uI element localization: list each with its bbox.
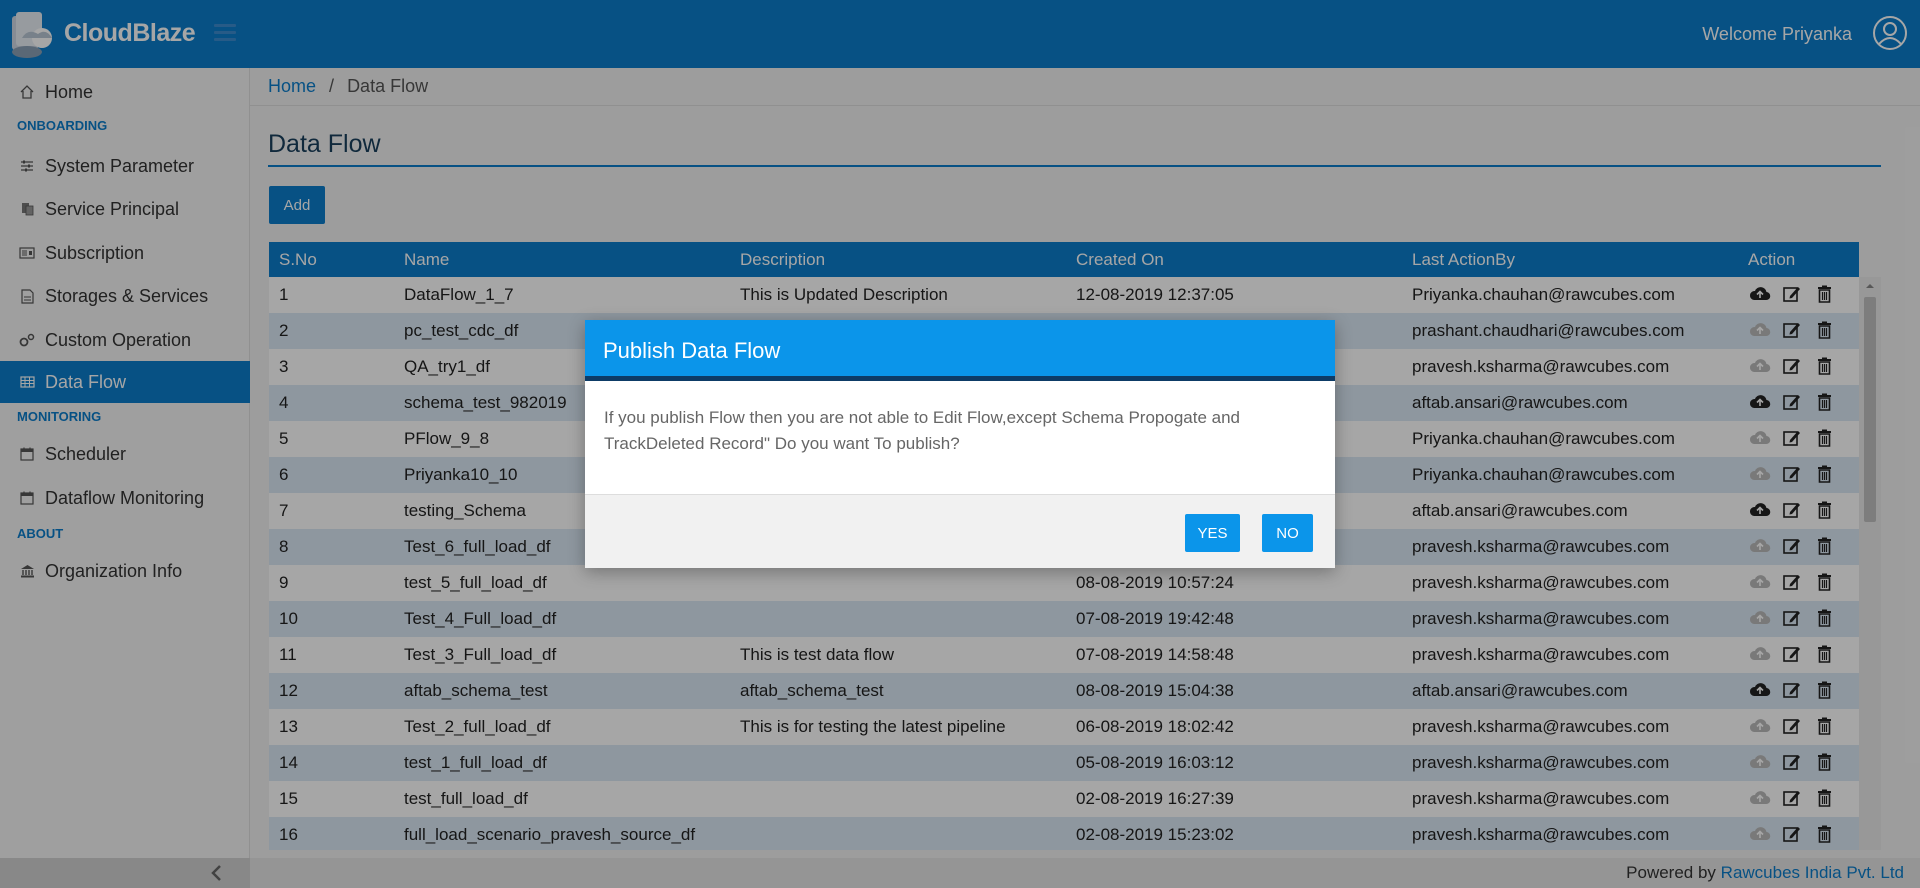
- no-button[interactable]: NO: [1262, 514, 1313, 552]
- publish-dialog: Publish Data Flow If you publish Flow th…: [585, 320, 1335, 568]
- modal-message: If you publish Flow then you are not abl…: [604, 408, 1240, 453]
- yes-button[interactable]: YES: [1185, 514, 1240, 552]
- modal-title: Publish Data Flow: [603, 338, 781, 363]
- modal-header: Publish Data Flow: [585, 320, 1335, 381]
- modal-footer: YES NO: [585, 494, 1335, 568]
